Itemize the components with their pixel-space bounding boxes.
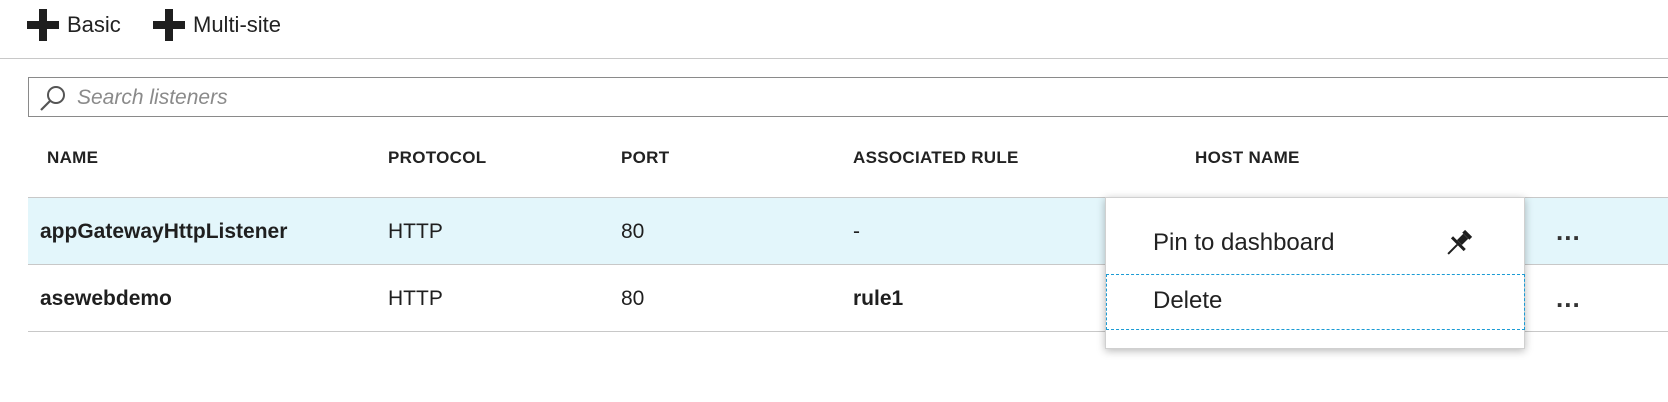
ellipsis-icon[interactable]: ... (1556, 283, 1581, 314)
column-header-associated-rule[interactable]: ASSOCIATED RULE (853, 148, 1019, 168)
add-basic-button[interactable]: Basic (27, 6, 121, 44)
column-header-protocol[interactable]: PROTOCOL (388, 148, 486, 168)
listener-port: 80 (621, 287, 645, 310)
pin-to-dashboard-label: Pin to dashboard (1153, 229, 1335, 256)
search-input[interactable] (75, 82, 679, 114)
listener-rule: rule1 (853, 287, 904, 310)
column-header-port[interactable]: PORT (621, 148, 669, 168)
add-multisite-label: Multi-site (193, 12, 282, 37)
column-header-name[interactable]: NAME (47, 148, 98, 168)
search-box (28, 77, 1668, 117)
plus-icon (27, 9, 59, 41)
context-menu: Pin to dashboard Delete (1105, 197, 1525, 349)
listener-name: appGatewayHttpListener (40, 220, 288, 243)
column-header-host-name[interactable]: HOST NAME (1195, 148, 1300, 168)
listener-protocol: HTTP (388, 287, 443, 310)
listener-name: asewebdemo (40, 287, 172, 310)
listener-protocol: HTTP (388, 220, 443, 243)
listener-rule: - (853, 220, 860, 243)
listener-port: 80 (621, 220, 645, 243)
plus-icon (153, 9, 185, 41)
toolbar: Basic Multi-site (0, 0, 1668, 59)
search-icon (40, 86, 65, 111)
add-basic-label: Basic (67, 12, 121, 37)
ellipsis-icon[interactable]: ... (1556, 216, 1581, 247)
pin-icon (1447, 229, 1473, 255)
pin-to-dashboard-item[interactable]: Pin to dashboard (1106, 216, 1525, 272)
add-multisite-button[interactable]: Multi-site (153, 6, 281, 44)
delete-label: Delete (1153, 287, 1223, 314)
delete-item[interactable]: Delete (1106, 274, 1525, 330)
